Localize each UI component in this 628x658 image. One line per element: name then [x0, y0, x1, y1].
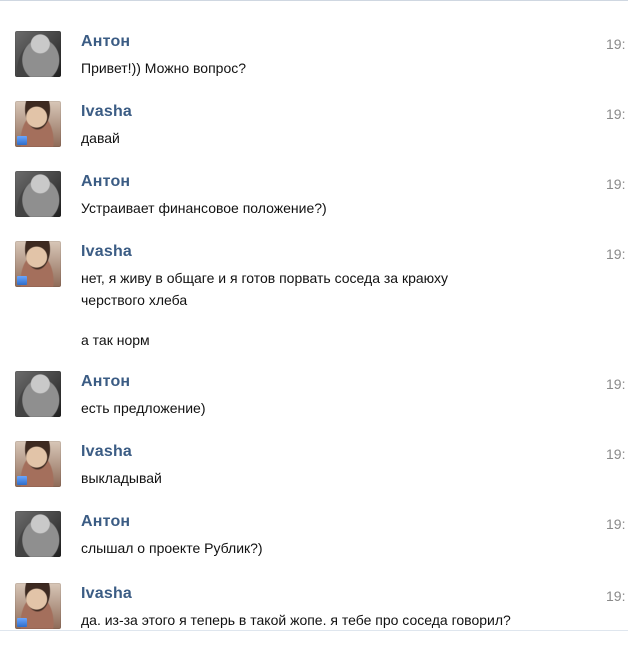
sender-name[interactable]: Антон — [81, 373, 130, 391]
message-text: а так норм — [81, 332, 150, 348]
message-time: 19: — [606, 376, 626, 392]
ivasha-avatar[interactable] — [15, 441, 61, 487]
ivasha-avatar[interactable] — [15, 241, 61, 287]
message-text: слышал о проекте Рублик?) — [81, 540, 263, 556]
ivasha-avatar[interactable] — [15, 101, 61, 147]
sender-name[interactable]: Ivasha — [81, 243, 132, 261]
message-text: нет, я живу в общаге и я готов порвать с… — [81, 270, 449, 308]
sender-name[interactable]: Антон — [81, 513, 130, 531]
message-time: 19: — [606, 246, 626, 262]
anton-avatar[interactable] — [15, 31, 61, 77]
sender-name[interactable]: Ivasha — [81, 103, 132, 121]
message-text: выкладывай — [81, 470, 162, 486]
message-time: 19: — [606, 106, 626, 122]
sender-name[interactable]: Ivasha — [81, 585, 132, 603]
message-text: Привет!)) Можно вопрос? — [81, 60, 247, 76]
sender-name[interactable]: Антон — [81, 33, 130, 51]
ivasha-avatar[interactable] — [15, 583, 61, 629]
message-time: 19: — [606, 588, 626, 604]
anton-avatar[interactable] — [15, 371, 61, 417]
message-text: есть предложение) — [81, 400, 206, 416]
message-text: Устраивает финансовое положение?) — [81, 200, 327, 216]
message-input-area[interactable] — [0, 630, 628, 658]
message-time: 19: — [606, 36, 626, 52]
anton-avatar[interactable] — [15, 511, 61, 557]
sender-name[interactable]: Ivasha — [81, 443, 132, 461]
sender-name[interactable]: Антон — [81, 173, 130, 191]
message-time: 19: — [606, 176, 626, 192]
message-time: 19: — [606, 516, 626, 532]
anton-avatar[interactable] — [15, 171, 61, 217]
message-time: 19: — [606, 446, 626, 462]
message-text: давай — [81, 130, 120, 146]
chat-messages[interactable]: Антон 19: Привет!)) Можно вопрос? Ivasha… — [0, 0, 628, 657]
